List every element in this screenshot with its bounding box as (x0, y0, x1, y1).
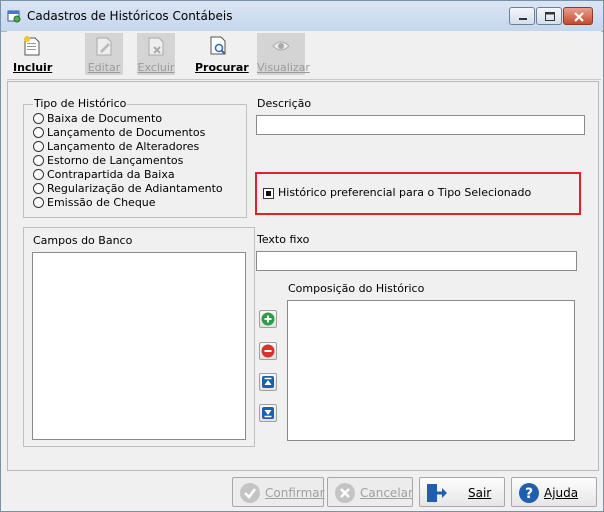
excluir-label: Excluir (137, 61, 175, 74)
exit-icon (427, 484, 447, 502)
remove-field-button[interactable] (259, 342, 277, 360)
incluir-label: Incluir (13, 61, 53, 74)
radio-icon (33, 141, 44, 152)
delete-document-icon (148, 37, 164, 56)
move-up-icon (262, 376, 274, 388)
composicao-label: Composição do Histórico (288, 282, 425, 295)
texto-fixo-input[interactable] (256, 251, 577, 271)
preferencial-checkbox[interactable] (263, 188, 274, 199)
edit-document-icon (96, 37, 112, 56)
app-icon (7, 10, 21, 23)
move-down-button[interactable] (259, 404, 277, 422)
eye-icon (272, 41, 290, 51)
texto-fixo-label: Texto fixo (257, 233, 310, 246)
radio-label: Regularização de Adiantamento (47, 182, 223, 195)
ajuda-button[interactable]: ? Ajuda (511, 477, 597, 507)
radio-label: Estorno de Lançamentos (47, 154, 184, 167)
descricao-label: Descrição (257, 97, 312, 110)
radio-icon (33, 197, 44, 208)
check-icon (240, 483, 260, 503)
move-down-icon (262, 407, 274, 419)
radio-icon (33, 155, 44, 166)
visualizar-label: Visualizar (257, 61, 310, 74)
svg-text:?: ? (525, 486, 533, 502)
incluir-button[interactable]: Incluir (13, 33, 53, 75)
plus-icon (261, 312, 275, 326)
move-up-button[interactable] (259, 373, 277, 391)
maximize-button[interactable] (536, 7, 562, 25)
add-field-button[interactable] (259, 310, 277, 328)
campos-banco-label: Campos do Banco (33, 234, 133, 247)
cancel-icon (335, 483, 355, 503)
sair-button[interactable]: Sair (419, 477, 505, 507)
preferencial-label: Histórico preferencial para o Tipo Selec… (278, 186, 532, 199)
help-icon: ? (519, 483, 539, 503)
radio-label: Contrapartida da Baixa (47, 168, 175, 181)
toolbar: Incluir Editar Excluir Procurar Visualiz… (7, 31, 601, 80)
editar-label: Editar (87, 61, 121, 74)
tipo-historico-label: Tipo de Histórico (33, 97, 128, 110)
radio-label: Emissão de Cheque (47, 196, 156, 209)
radio-icon (33, 183, 44, 194)
campos-banco-list[interactable] (32, 252, 246, 440)
cancelar-button[interactable]: Cancelar (327, 477, 413, 507)
new-document-icon (24, 36, 40, 56)
title-bar: Cadastros de Históricos Contábeis (1, 1, 603, 32)
radio-label: Baixa de Documento (47, 112, 163, 125)
visualizar-button[interactable]: Visualizar (257, 33, 310, 75)
procurar-button[interactable]: Procurar (195, 33, 249, 75)
radio-icon (33, 113, 44, 124)
ajuda-label: Ajuda (544, 486, 579, 500)
composicao-list[interactable] (287, 300, 575, 441)
radio-icon (33, 169, 44, 180)
cancelar-label: Cancelar (360, 486, 413, 500)
procurar-label: Procurar (195, 61, 249, 74)
descricao-input[interactable] (256, 115, 585, 135)
search-document-icon (210, 36, 226, 55)
radio-label: Lançamento de Alteradores (47, 140, 200, 153)
close-button[interactable] (563, 7, 593, 25)
editar-button[interactable]: Editar (85, 33, 123, 75)
confirmar-label: Confirmar (265, 486, 325, 500)
radio-label: Lançamento de Documentos (47, 126, 206, 139)
minus-icon (261, 344, 275, 358)
radio-icon (33, 127, 44, 138)
main-window: Cadastros de Históricos Contábeis Inclui… (0, 0, 604, 512)
sair-label: Sair (468, 486, 492, 500)
confirmar-button[interactable]: Confirmar (232, 477, 325, 507)
window-title: Cadastros de Históricos Contábeis (27, 9, 233, 23)
excluir-button[interactable]: Excluir (137, 33, 175, 75)
minimize-button[interactable] (509, 7, 535, 25)
